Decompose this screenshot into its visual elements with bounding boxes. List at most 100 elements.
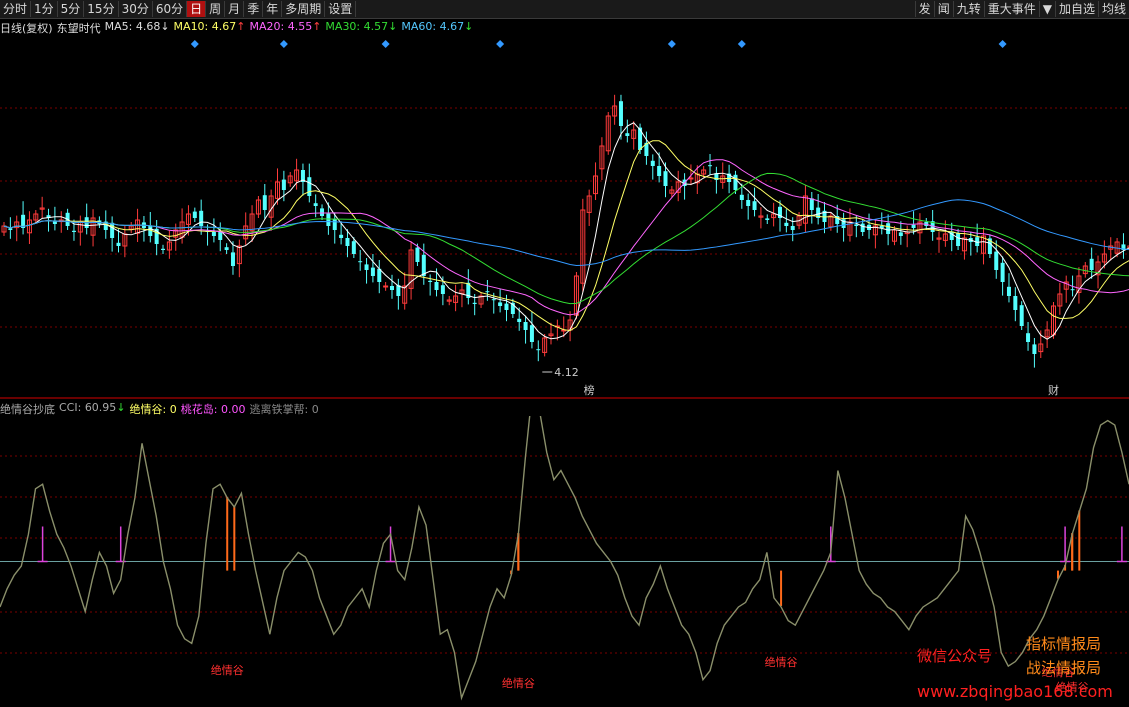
watermark-line2: 战法情报局 (1026, 659, 1102, 677)
candle-body-down (491, 299, 496, 301)
period-button[interactable]: 月 (225, 1, 245, 17)
ma60-readout: MA60: 4.67↓ (401, 20, 474, 33)
signal-diamond (496, 40, 505, 48)
candle-body-down (1013, 296, 1018, 310)
candle-body-down (421, 254, 426, 276)
candle-body-down (746, 200, 751, 206)
candle-body-down (860, 223, 865, 232)
ma-infobar: 日线(复权) 东望时代 MA5: 4.68↓ MA10: 4.67↑ MA20:… (0, 20, 473, 36)
period-button[interactable]: 60分 (153, 1, 188, 17)
candle-body-down (262, 195, 267, 210)
candle-body-down (618, 101, 623, 126)
event-marker: 榜 (584, 383, 595, 396)
period-button[interactable]: 周 (206, 1, 226, 17)
toolbar-right-button[interactable]: 发 (914, 1, 934, 17)
candle-body-down (320, 208, 325, 216)
candle-body-down (898, 232, 903, 236)
candle-body-down (784, 222, 789, 226)
signal-diamond (190, 40, 199, 48)
candle-body-down (8, 228, 13, 230)
candle-body-down (663, 171, 668, 186)
toolbar-right: 发闻九转 重大事件 ▼ 加自选 均线 (914, 0, 1129, 18)
candle-body-down (313, 203, 318, 206)
candle-body-down (625, 133, 630, 136)
candle-body-down (358, 261, 363, 263)
candle-body-down (1089, 258, 1094, 270)
period-button[interactable]: 多周期 (282, 1, 326, 17)
candle-body-down (739, 194, 744, 200)
toolbar-right-button[interactable]: 闻 (933, 1, 953, 17)
period-button[interactable]: 分时 (0, 1, 32, 17)
candle-body-down (790, 226, 795, 230)
toolbar-right-button[interactable]: 均线 (1097, 1, 1129, 17)
candle-body-down (116, 242, 121, 246)
candle-body-down (415, 247, 420, 262)
period-button[interactable]: 15分 (84, 1, 119, 17)
indicator-infobar: 绝情谷抄底 CCI: 60.95↓ 绝情谷: 0 桃花岛: 0.00 逃离铁掌帮… (0, 401, 319, 417)
candle-body-down (504, 303, 509, 310)
period-button[interactable]: 1分 (31, 1, 58, 17)
candle-body-down (809, 198, 814, 210)
toolbar-right-button[interactable]: 加自选 (1054, 1, 1098, 17)
period-button[interactable]: 日 (187, 1, 207, 17)
candle-body-down (351, 241, 356, 254)
candle-body-down (708, 165, 713, 167)
panel-divider (0, 397, 1129, 399)
signal-diamond (998, 40, 1007, 48)
candle-body-up (383, 285, 389, 288)
candle-body-down (472, 302, 477, 304)
candle-body-down (1000, 262, 1005, 282)
candle-body-down (536, 349, 541, 351)
candle-body-down (529, 325, 534, 342)
toolbar-right-button[interactable]: ▼ (1038, 1, 1055, 17)
watermark-url: www.zbqingbao168.com (917, 682, 1113, 701)
ma10-line (3, 140, 1129, 332)
candle-body-down (657, 166, 662, 176)
jqg-readout: 绝情谷: 0 (129, 403, 177, 416)
candle-body-down (364, 264, 369, 270)
period-button[interactable]: 年 (263, 1, 283, 17)
period-button[interactable]: 30分 (119, 1, 153, 17)
thd-readout: 桃花岛: 0.00 (180, 403, 246, 416)
candle-body-down (199, 210, 204, 226)
ma60-line (3, 199, 1129, 267)
ma30-readout: MA30: 4.57↓ (325, 20, 398, 33)
toolbar-right-button[interactable]: 重大事件 (983, 1, 1039, 17)
signal-diamond (279, 40, 288, 48)
candle-body-down (370, 267, 375, 276)
candle-body-down (345, 238, 350, 246)
candle-body-down (765, 218, 770, 220)
signal-diamond (667, 40, 676, 48)
signal-diamond (737, 40, 746, 48)
ma20-line (3, 159, 1129, 316)
candle-body-down (994, 251, 999, 270)
watermark-wechat: 微信公众号 (917, 647, 993, 665)
candle-body-down (523, 322, 528, 330)
candle-body-down (332, 218, 337, 230)
candle-body-down (307, 177, 312, 196)
tlc-readout: 逃离铁掌帮: 0 (249, 403, 319, 416)
indicator-name[interactable]: 绝情谷抄底 (0, 401, 55, 417)
candle-body-down (854, 224, 859, 226)
period-button[interactable]: 设置 (325, 1, 357, 17)
candle-body-down (389, 286, 394, 290)
toolbar-right-button[interactable]: 九转 (952, 1, 984, 17)
low-price-label: 4.12 (554, 366, 579, 379)
candle-body-down (498, 302, 503, 306)
candle-body-down (956, 232, 961, 246)
candle-body-down (517, 318, 522, 322)
period-button[interactable]: 季 (244, 1, 264, 17)
candle-body-down (192, 211, 197, 218)
chart-type-label: 日线(复权) (0, 22, 53, 35)
candle-body-down (440, 285, 445, 294)
candle-body-down (281, 179, 286, 190)
stock-name[interactable]: 东望时代 (57, 20, 101, 36)
period-button[interactable]: 5分 (58, 1, 85, 17)
ma10-readout: MA10: 4.67↑ (173, 20, 246, 33)
candle-body-down (1032, 344, 1037, 354)
candle-body-down (752, 201, 757, 210)
cci-readout: CCI: 60.95↓ (59, 401, 126, 414)
candlestick-chart[interactable]: 4.12 榜 财 (0, 36, 1129, 396)
jqg-label: 绝情谷 (211, 663, 244, 677)
candle-body-down (485, 291, 490, 293)
